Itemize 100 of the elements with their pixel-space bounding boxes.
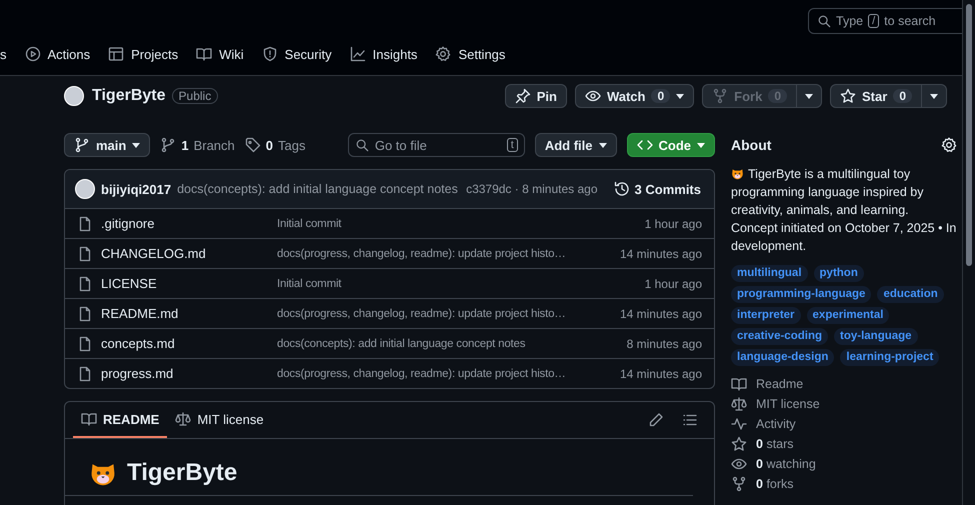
readme-heading: TigerByte	[127, 459, 238, 487]
readme-tab[interactable]: MIT license	[167, 402, 272, 438]
scrollbar-thumb[interactable]	[966, 4, 972, 266]
topic-tag[interactable]: multilingual	[731, 265, 808, 282]
caret-icon	[805, 94, 814, 98]
commit-message[interactable]: docs(concepts): add initial language concept notes	[177, 182, 458, 196]
caret-icon	[598, 142, 606, 148]
commit-message[interactable]: docs(progress, changelog, readme): update project histo…	[277, 308, 616, 320]
book-icon	[731, 376, 747, 392]
tags-link[interactable]: 0 Tags	[244, 137, 306, 153]
gear-icon	[941, 137, 957, 153]
file-name[interactable]: LICENSE	[101, 276, 157, 291]
avatar	[75, 179, 95, 199]
caret-icon	[676, 94, 684, 98]
file-icon	[77, 216, 93, 232]
file-name[interactable]: README.md	[101, 306, 178, 321]
fork-icon	[712, 88, 728, 104]
star-icon	[731, 436, 747, 452]
tag-icon	[244, 137, 261, 153]
search-placeholder: Type	[836, 14, 864, 28]
commit-meta: c3379dc · 8 minutes ago	[466, 182, 598, 196]
caret-icon	[697, 142, 705, 148]
file-name[interactable]: .gitignore	[101, 216, 154, 231]
dropdown-button[interactable]	[922, 84, 947, 108]
commit-message[interactable]: docs(progress, changelog, readme): update project histo…	[277, 368, 616, 380]
code-button[interactable]: Code	[626, 133, 715, 157]
about-link[interactable]: 0 stars	[756, 437, 794, 451]
topic-tag[interactable]: interpreter	[731, 307, 801, 324]
commit-message[interactable]: Initial commit	[277, 278, 641, 290]
file-icon	[77, 336, 93, 352]
nav-tab[interactable]: Actions	[24, 44, 90, 64]
file-name[interactable]: concepts.md	[101, 336, 175, 351]
nav-tab[interactable]: Insights	[350, 44, 418, 64]
commit-time: 1 hour ago	[644, 216, 702, 230]
nav-tab[interactable]: Projects	[108, 44, 178, 64]
commit-author[interactable]: bijiyiqi2017	[101, 182, 172, 196]
shortcut-key: /	[868, 14, 880, 28]
about-link[interactable]: MIT license	[756, 397, 820, 411]
about-title: About	[731, 137, 772, 153]
topic-tag[interactable]: learning-project	[840, 349, 940, 366]
file-name[interactable]: progress.md	[101, 366, 174, 381]
nav-tab[interactable]: Security	[262, 44, 332, 64]
about-link[interactable]: Activity	[756, 417, 796, 431]
topic-tag[interactable]: python	[814, 265, 864, 282]
branches-link[interactable]: 1 Branch	[160, 137, 235, 153]
about-link[interactable]: Readme	[756, 377, 804, 391]
search-placeholder: to search	[884, 14, 936, 28]
visibility-label: Public	[172, 88, 218, 104]
line-graph-icon	[350, 46, 366, 62]
shortcut-key: t	[506, 138, 518, 152]
star-button[interactable]: Star 0	[830, 84, 922, 108]
scale-icon	[175, 411, 192, 427]
count-badge: 0	[651, 89, 670, 103]
commit-message[interactable]: docs(progress, changelog, readme): update project histo…	[277, 248, 616, 260]
topic-tag[interactable]: programming-language	[731, 286, 872, 303]
commits-link[interactable]: 3 Commits	[614, 181, 701, 197]
shield-icon	[262, 46, 278, 62]
nav-tab[interactable]: Settings	[435, 44, 506, 64]
search-icon	[817, 14, 831, 28]
repo-description: TigerByte is a multilingual toy programming language inspired by creativity, animals, and learning. Concept initiated on October 7, 2025 • In development.	[731, 166, 957, 255]
caret-icon	[930, 94, 938, 98]
repo-name[interactable]: TigerByte	[92, 87, 166, 105]
nav-tab[interactable]: s	[0, 44, 6, 64]
commit-message[interactable]: docs(concepts): add initial language concept notes	[277, 338, 623, 350]
dropdown-button[interactable]	[797, 84, 822, 108]
history-icon	[614, 181, 630, 197]
pin-button[interactable]: Pin	[504, 84, 567, 108]
watch-button[interactable]: Watch 0	[574, 84, 694, 108]
file-icon	[77, 276, 93, 292]
gear-icon	[435, 46, 452, 62]
commit-time: 1 hour ago	[644, 276, 702, 290]
avatar	[64, 86, 84, 106]
scale-icon	[731, 396, 747, 412]
branch-button[interactable]: main	[64, 133, 150, 157]
play-circle-icon	[24, 46, 40, 62]
commit-time: 14 minutes ago	[618, 306, 702, 320]
tiger-face-icon	[731, 167, 744, 180]
pulse-icon	[731, 416, 747, 432]
topic-tag[interactable]: experimental	[806, 307, 890, 324]
about-link[interactable]: 0 watching	[756, 457, 816, 471]
about-link[interactable]: 0 forks	[756, 477, 794, 491]
file-name[interactable]: CHANGELOG.md	[101, 246, 206, 261]
topic-tag[interactable]: creative-coding	[731, 328, 828, 345]
eye-icon	[584, 88, 601, 104]
pin-icon	[514, 88, 531, 104]
file-icon	[77, 306, 93, 322]
topic-tag[interactable]: education	[877, 286, 944, 303]
add-file-button[interactable]: Add file	[534, 133, 616, 157]
search-icon	[354, 138, 369, 152]
pencil-icon	[648, 412, 664, 428]
commit-time: 8 minutes ago	[626, 336, 702, 350]
list-icon	[682, 412, 698, 428]
commit-time: 14 minutes ago	[618, 366, 702, 380]
topic-tag[interactable]: language-design	[731, 349, 834, 366]
nav-tab[interactable]: Wiki	[196, 44, 244, 64]
commit-message[interactable]: Initial commit	[277, 218, 641, 230]
readme-tab[interactable]: README	[73, 402, 168, 438]
book-icon	[196, 46, 212, 62]
topic-tag[interactable]: toy-language	[834, 328, 918, 345]
caret-icon	[132, 142, 140, 148]
